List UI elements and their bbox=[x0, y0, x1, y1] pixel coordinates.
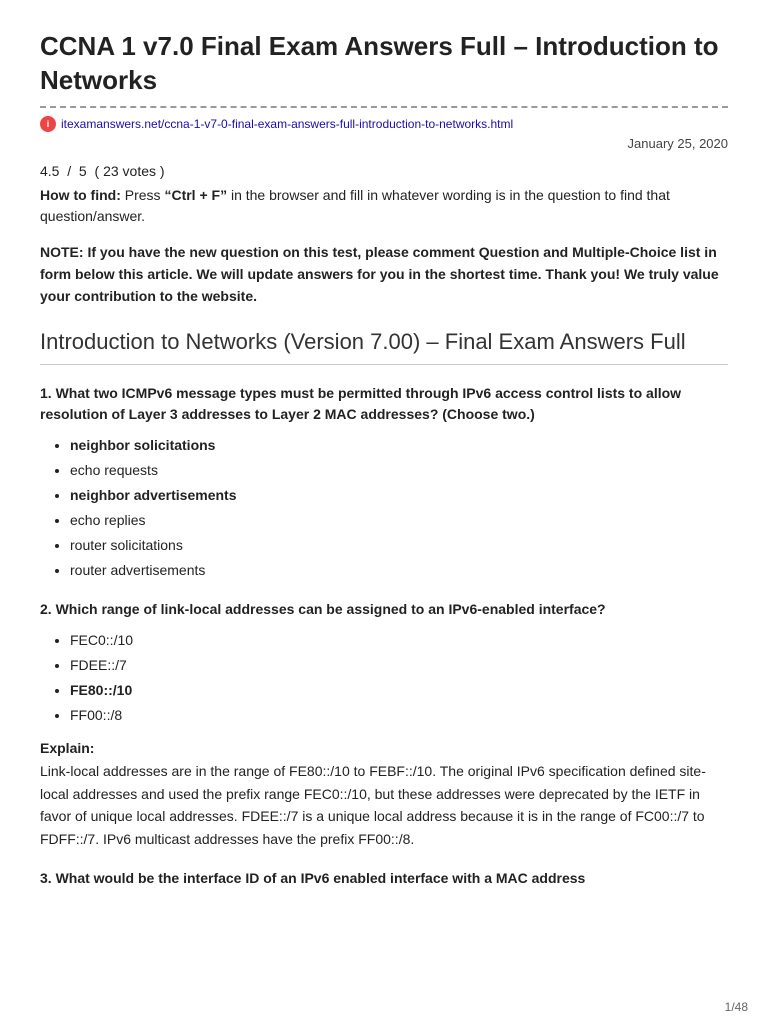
how-to-find-label: How to find: bbox=[40, 187, 121, 203]
how-to-find-shortcut: “Ctrl + F” bbox=[164, 187, 227, 203]
q2-answer-list: FEC0::/10 FDEE::/7 FE80::/10 FF00::/8 bbox=[40, 630, 728, 726]
favicon-icon: i bbox=[40, 116, 56, 132]
rating-votes: 23 bbox=[103, 163, 119, 179]
q2-text: 2. Which range of link-local addresses c… bbox=[40, 601, 606, 617]
page-number: 1/48 bbox=[725, 1000, 748, 1014]
list-item: neighbor advertisements bbox=[70, 485, 728, 506]
rating: 4.5 / 5 ( 23 votes ) bbox=[40, 163, 728, 179]
list-item: FEC0::/10 bbox=[70, 630, 728, 651]
how-to-find-before: Press bbox=[125, 187, 165, 203]
list-item: router solicitations bbox=[70, 535, 728, 556]
source-url[interactable]: itexamanswers.net/ccna-1-v7-0-final-exam… bbox=[61, 117, 513, 131]
explain-header: Explain: bbox=[40, 740, 728, 756]
q3-text: 3. What would be the interface ID of an … bbox=[40, 870, 585, 886]
how-to-find: How to find: Press “Ctrl + F” in the bro… bbox=[40, 185, 728, 227]
list-item: echo requests bbox=[70, 460, 728, 481]
question-2: 2. Which range of link-local addresses c… bbox=[40, 599, 728, 620]
list-item: neighbor solicitations bbox=[70, 435, 728, 456]
rating-score: 4.5 bbox=[40, 163, 59, 179]
page-title: CCNA 1 v7.0 Final Exam Answers Full – In… bbox=[40, 30, 728, 98]
question-3: 3. What would be the interface ID of an … bbox=[40, 868, 728, 889]
question-1: 1. What two ICMPv6 message types must be… bbox=[40, 383, 728, 425]
list-item: echo replies bbox=[70, 510, 728, 531]
explain-text: Link-local addresses are in the range of… bbox=[40, 760, 728, 850]
divider bbox=[40, 106, 728, 108]
list-item: router advertisements bbox=[70, 560, 728, 581]
rating-total: 5 bbox=[79, 163, 87, 179]
list-item: FF00::/8 bbox=[70, 705, 728, 726]
note-box: NOTE: If you have the new question on th… bbox=[40, 241, 728, 308]
q1-answer-list: neighbor solicitations echo requests nei… bbox=[40, 435, 728, 581]
list-item: FDEE::/7 bbox=[70, 655, 728, 676]
list-item: FE80::/10 bbox=[70, 680, 728, 701]
rating-votes-label: votes bbox=[123, 163, 156, 179]
question-2-section: 2. Which range of link-local addresses c… bbox=[40, 599, 728, 850]
q1-text: 1. What two ICMPv6 message types must be… bbox=[40, 385, 681, 422]
source-link: i itexamanswers.net/ccna-1-v7-0-final-ex… bbox=[40, 116, 728, 132]
publish-date: January 25, 2020 bbox=[40, 136, 728, 151]
section-title: Introduction to Networks (Version 7.00) … bbox=[40, 328, 728, 366]
